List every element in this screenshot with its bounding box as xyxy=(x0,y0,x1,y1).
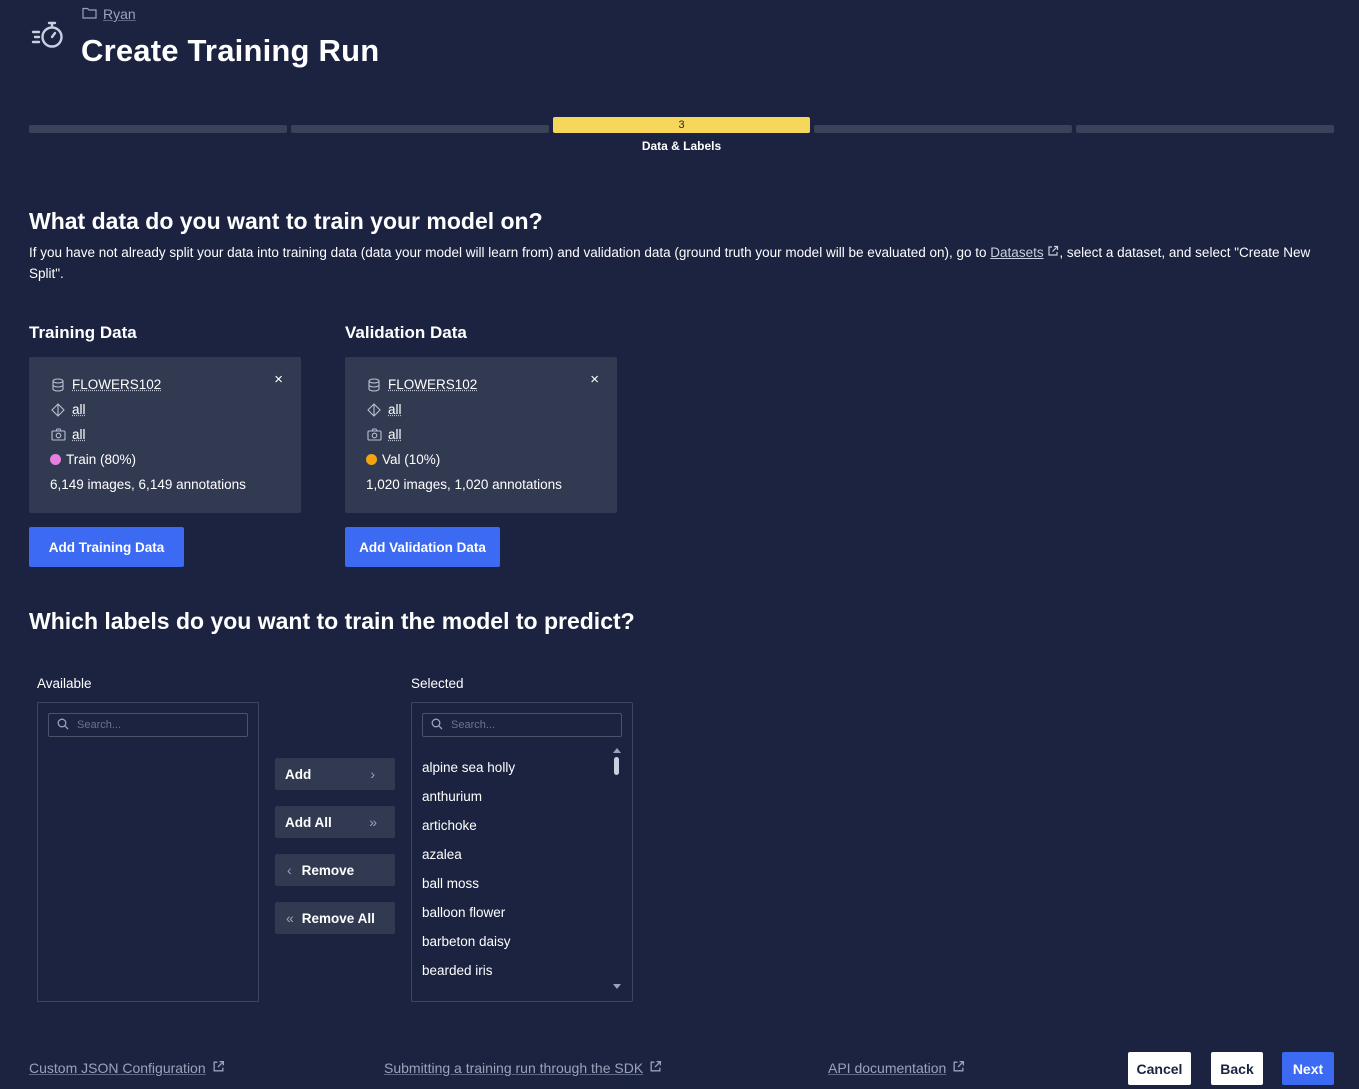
validation-data-heading: Validation Data xyxy=(345,323,467,342)
selected-search-placeholder: Search... xyxy=(451,719,496,731)
sdk-training-run-link[interactable]: Submitting a training run through the SD… xyxy=(384,1060,662,1076)
remove-training-data-button[interactable]: × xyxy=(274,371,283,388)
selected-label-item[interactable]: bearded iris xyxy=(422,963,493,978)
available-list[interactable]: Search... xyxy=(37,702,259,1002)
add-label-text: Add xyxy=(285,766,312,782)
folder-icon xyxy=(82,6,97,22)
datasets-link[interactable]: Datasets xyxy=(990,245,1043,260)
external-link-icon xyxy=(1047,245,1059,260)
remove-validation-data-button[interactable]: × xyxy=(590,371,599,388)
validation-annotation-filter[interactable]: all xyxy=(388,402,402,417)
breadcrumb-workspace[interactable]: Ryan xyxy=(103,6,136,22)
camera-icon xyxy=(51,427,66,442)
external-link-icon xyxy=(952,1060,965,1076)
add-label-button[interactable]: Add › xyxy=(275,758,395,790)
available-list-label: Available xyxy=(37,676,92,691)
step-1-bar[interactable] xyxy=(29,125,287,133)
cancel-button[interactable]: Cancel xyxy=(1128,1052,1191,1085)
selected-label-item[interactable]: artichoke xyxy=(422,818,477,833)
custom-json-config-text: Custom JSON Configuration xyxy=(29,1060,206,1076)
validation-image-filter-row: all xyxy=(367,427,402,442)
stopwatch-icon xyxy=(31,20,67,50)
selected-label-item[interactable]: alpine sea holly xyxy=(422,760,515,775)
add-validation-data-button[interactable]: Add Validation Data xyxy=(345,527,500,567)
step-5-bar[interactable] xyxy=(1076,125,1334,133)
remove-label-button[interactable]: ‹ Remove xyxy=(275,854,395,886)
annotation-icon xyxy=(367,402,381,417)
double-chevron-right-icon: » xyxy=(369,814,377,830)
training-image-filter[interactable]: all xyxy=(72,427,86,442)
chevron-right-icon: › xyxy=(370,766,375,782)
training-dataset-name[interactable]: FLOWERS102 xyxy=(72,377,161,392)
validation-summary: 1,020 images, 1,020 annotations xyxy=(366,477,562,492)
selected-label-item[interactable]: anthurium xyxy=(422,789,482,804)
api-documentation-text: API documentation xyxy=(828,1060,947,1076)
selected-search-input[interactable]: Search... xyxy=(422,713,622,737)
next-button[interactable]: Next xyxy=(1282,1052,1334,1085)
validation-dataset-row: FLOWERS102 xyxy=(367,377,477,392)
step-2-bar[interactable] xyxy=(291,125,549,133)
back-button[interactable]: Back xyxy=(1211,1052,1263,1085)
scrollbar-thumb[interactable] xyxy=(614,757,619,775)
validation-dataset-name[interactable]: FLOWERS102 xyxy=(388,377,477,392)
training-annotation-filter-row: all xyxy=(51,402,86,417)
selected-label-item[interactable]: balloon flower xyxy=(422,905,505,920)
api-documentation-link[interactable]: API documentation xyxy=(828,1060,965,1076)
active-step-label: Data & Labels xyxy=(641,139,722,153)
search-icon xyxy=(57,718,69,733)
training-annotation-filter[interactable]: all xyxy=(72,402,86,417)
annotation-icon xyxy=(51,402,65,417)
selected-label-item[interactable]: azalea xyxy=(422,847,462,862)
sdk-training-run-text: Submitting a training run through the SD… xyxy=(384,1060,644,1076)
selected-list-label: Selected xyxy=(411,676,464,691)
external-link-icon xyxy=(649,1060,662,1076)
selected-label-item[interactable]: barbeton daisy xyxy=(422,934,511,949)
selected-label-item[interactable]: ball moss xyxy=(422,876,479,891)
step-4-bar[interactable] xyxy=(814,125,1072,133)
scroll-down-arrow[interactable] xyxy=(613,984,621,989)
data-section-title: What data do you want to train your mode… xyxy=(29,208,543,234)
remove-all-labels-button[interactable]: « Remove All xyxy=(275,902,395,934)
available-search-input[interactable]: Search... xyxy=(48,713,248,737)
database-icon xyxy=(51,377,65,392)
remove-all-label-text: Remove All xyxy=(301,910,375,926)
search-icon xyxy=(431,718,443,733)
remove-label-text: Remove xyxy=(301,862,355,878)
training-data-heading: Training Data xyxy=(29,323,137,342)
breadcrumb[interactable]: Ryan xyxy=(82,6,136,22)
step-3-bar[interactable]: 3 xyxy=(553,117,810,133)
scroll-up-arrow[interactable] xyxy=(613,748,621,753)
training-dataset-row: FLOWERS102 xyxy=(51,377,161,392)
selected-list[interactable]: Search... alpine sea holly anthurium art… xyxy=(411,702,633,1002)
labels-section-title: Which labels do you want to train the mo… xyxy=(29,608,635,634)
add-all-label-text: Add All xyxy=(285,814,332,830)
validation-split-row: Val (10%) xyxy=(366,452,440,467)
data-section-description: If you have not already split your data … xyxy=(29,242,1339,284)
training-image-filter-row: all xyxy=(51,427,86,442)
database-icon xyxy=(367,377,381,392)
description-text-before: If you have not already split your data … xyxy=(29,245,991,260)
validation-annotation-filter-row: all xyxy=(367,402,402,417)
validation-split-name: Val (10%) xyxy=(382,452,441,467)
training-split-row: Train (80%) xyxy=(50,452,136,467)
add-all-labels-button[interactable]: Add All » xyxy=(275,806,395,838)
training-summary: 6,149 images, 6,149 annotations xyxy=(50,477,246,492)
val-split-dot xyxy=(366,454,377,465)
page-title: Create Training Run xyxy=(81,33,380,68)
training-data-card: × FLOWERS102 all all Train (80%) 6,149 i… xyxy=(29,357,301,513)
add-training-data-button[interactable]: Add Training Data xyxy=(29,527,184,567)
training-split-name: Train (80%) xyxy=(66,452,137,467)
validation-image-filter[interactable]: all xyxy=(388,427,402,442)
train-split-dot xyxy=(50,454,61,465)
double-chevron-left-icon: « xyxy=(286,910,294,926)
validation-data-card: × FLOWERS102 all all Val (10%) 1,020 ima… xyxy=(345,357,617,513)
camera-icon xyxy=(367,427,382,442)
available-search-placeholder: Search... xyxy=(77,719,122,731)
custom-json-config-link[interactable]: Custom JSON Configuration xyxy=(29,1060,225,1076)
chevron-left-icon: ‹ xyxy=(287,862,292,878)
external-link-icon xyxy=(212,1060,225,1076)
